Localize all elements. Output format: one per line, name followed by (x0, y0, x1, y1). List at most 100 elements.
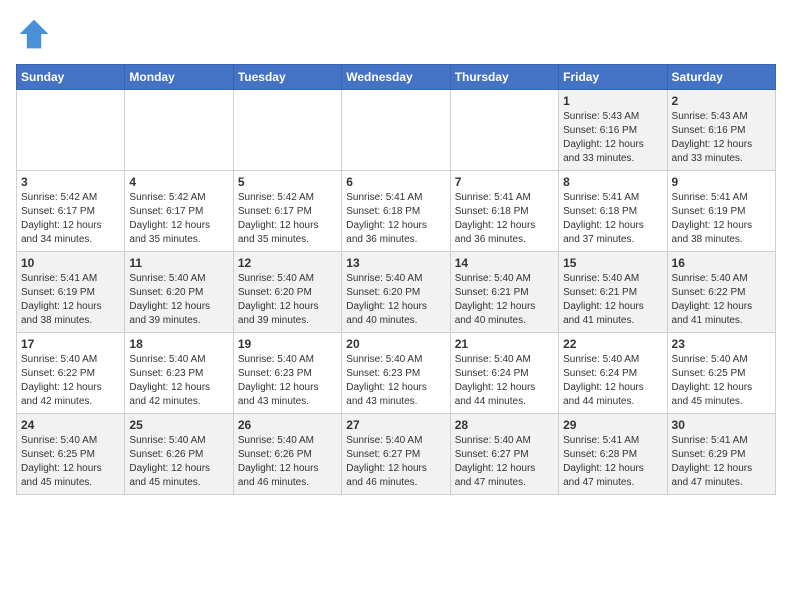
calendar-cell: 27 Sunrise: 5:40 AMSunset: 6:27 PMDayligh… (342, 414, 450, 495)
calendar-cell: 29Sunrise: 5:41 AMSunset: 6:28 PMDayligh… (559, 414, 667, 495)
calendar-cell: 13 Sunrise: 5:40 AMSunset: 6:20 PMDayligh… (342, 252, 450, 333)
calendar-cell: 16Sunrise: 5:40 AMSunset: 6:22 PMDayligh… (667, 252, 775, 333)
day-number: 15 (563, 256, 662, 270)
day-number: 4 (129, 175, 228, 189)
day-info: Sunrise: 5:42 AMSunset: 6:17 PMDaylight:… (129, 191, 228, 247)
day-number: 26 (238, 418, 337, 432)
day-info: Sunrise: 5:40 AMSunset: 6:23 PMDaylight:… (346, 353, 445, 409)
day-info: Sunrise: 5:41 AMSunset: 6:18 PMDaylight:… (346, 191, 445, 247)
day-info: Sunrise: 5:43 AMSunset: 6:16 PMDaylight:… (672, 110, 771, 166)
calendar-cell: 5Sunrise: 5:42 AMSunset: 6:17 PMDaylight… (233, 171, 341, 252)
day-info: Sunrise: 5:40 AMSunset: 6:20 PMDaylight:… (346, 272, 445, 328)
weekday-header: Wednesday (342, 65, 450, 90)
day-info: Sunrise: 5:43 AMSunset: 6:16 PMDaylight:… (563, 110, 662, 166)
day-number: 2 (672, 94, 771, 108)
day-number: 24 (21, 418, 120, 432)
day-info: Sunrise: 5:41 AMSunset: 6:18 PMDaylight:… (563, 191, 662, 247)
calendar-cell (233, 90, 341, 171)
day-info: Sunrise: 5:40 AMSunset: 6:24 PMDaylight:… (455, 353, 554, 409)
calendar-cell (17, 90, 125, 171)
day-number: 3 (21, 175, 120, 189)
day-number: 19 (238, 337, 337, 351)
calendar-table: SundayMondayTuesdayWednesdayThursdayFrid… (16, 64, 776, 495)
calendar-cell: 9 Sunrise: 5:41 AMSunset: 6:19 PMDaylight… (667, 171, 775, 252)
calendar-cell: 12 Sunrise: 5:40 AMSunset: 6:20 PMDayligh… (233, 252, 341, 333)
weekday-header: Thursday (450, 65, 558, 90)
calendar-week-row: 17 Sunrise: 5:40 AMSunset: 6:22 PMDayligh… (17, 333, 776, 414)
calendar-cell: 1 Sunrise: 5:43 AMSunset: 6:16 PMDaylight… (559, 90, 667, 171)
calendar-week-row: 10 Sunrise: 5:41 AMSunset: 6:19 PMDayligh… (17, 252, 776, 333)
calendar-cell: 21Sunrise: 5:40 AMSunset: 6:24 PMDayligh… (450, 333, 558, 414)
day-info: Sunrise: 5:40 AMSunset: 6:21 PMDaylight:… (455, 272, 554, 328)
day-number: 27 (346, 418, 445, 432)
day-number: 20 (346, 337, 445, 351)
calendar-cell: 23Sunrise: 5:40 AMSunset: 6:25 PMDayligh… (667, 333, 775, 414)
day-info: Sunrise: 5:40 AMSunset: 6:23 PMDaylight:… (129, 353, 228, 409)
day-number: 30 (672, 418, 771, 432)
calendar-body: 1 Sunrise: 5:43 AMSunset: 6:16 PMDaylight… (17, 90, 776, 495)
day-info: Sunrise: 5:40 AMSunset: 6:26 PMDaylight:… (238, 434, 337, 490)
day-info: Sunrise: 5:41 AMSunset: 6:28 PMDaylight:… (563, 434, 662, 490)
day-info: Sunrise: 5:41 AMSunset: 6:19 PMDaylight:… (21, 272, 120, 328)
day-number: 1 (563, 94, 662, 108)
day-number: 13 (346, 256, 445, 270)
weekday-row: SundayMondayTuesdayWednesdayThursdayFrid… (17, 65, 776, 90)
calendar-cell: 6 Sunrise: 5:41 AMSunset: 6:18 PMDaylight… (342, 171, 450, 252)
calendar-cell (342, 90, 450, 171)
calendar-cell: 26 Sunrise: 5:40 AMSunset: 6:26 PMDayligh… (233, 414, 341, 495)
day-number: 23 (672, 337, 771, 351)
logo-icon (16, 16, 52, 52)
day-info: Sunrise: 5:40 AMSunset: 6:26 PMDaylight:… (129, 434, 228, 490)
day-info: Sunrise: 5:40 AMSunset: 6:21 PMDaylight:… (563, 272, 662, 328)
day-number: 7 (455, 175, 554, 189)
day-number: 18 (129, 337, 228, 351)
day-number: 16 (672, 256, 771, 270)
page-header (16, 16, 776, 52)
day-number: 9 (672, 175, 771, 189)
day-info: Sunrise: 5:40 AMSunset: 6:27 PMDaylight:… (346, 434, 445, 490)
day-number: 5 (238, 175, 337, 189)
calendar-header: SundayMondayTuesdayWednesdayThursdayFrid… (17, 65, 776, 90)
weekday-header: Monday (125, 65, 233, 90)
day-number: 17 (21, 337, 120, 351)
day-number: 22 (563, 337, 662, 351)
calendar-cell: 19Sunrise: 5:40 AMSunset: 6:23 PMDayligh… (233, 333, 341, 414)
day-info: Sunrise: 5:40 AMSunset: 6:24 PMDaylight:… (563, 353, 662, 409)
calendar-cell: 4 Sunrise: 5:42 AMSunset: 6:17 PMDaylight… (125, 171, 233, 252)
day-info: Sunrise: 5:40 AMSunset: 6:22 PMDaylight:… (21, 353, 120, 409)
calendar-cell (450, 90, 558, 171)
weekday-header: Sunday (17, 65, 125, 90)
day-number: 14 (455, 256, 554, 270)
calendar-cell: 25 Sunrise: 5:40 AMSunset: 6:26 PMDayligh… (125, 414, 233, 495)
calendar-cell: 20 Sunrise: 5:40 AMSunset: 6:23 PMDayligh… (342, 333, 450, 414)
day-number: 12 (238, 256, 337, 270)
day-info: Sunrise: 5:41 AMSunset: 6:18 PMDaylight:… (455, 191, 554, 247)
calendar-cell: 3 Sunrise: 5:42 AMSunset: 6:17 PMDaylight… (17, 171, 125, 252)
day-number: 10 (21, 256, 120, 270)
day-number: 11 (129, 256, 228, 270)
day-info: Sunrise: 5:41 AMSunset: 6:19 PMDaylight:… (672, 191, 771, 247)
calendar-cell: 14 Sunrise: 5:40 AMSunset: 6:21 PMDayligh… (450, 252, 558, 333)
day-number: 8 (563, 175, 662, 189)
day-number: 25 (129, 418, 228, 432)
weekday-header: Tuesday (233, 65, 341, 90)
day-number: 6 (346, 175, 445, 189)
day-info: Sunrise: 5:40 AMSunset: 6:27 PMDaylight:… (455, 434, 554, 490)
calendar-cell: 2 Sunrise: 5:43 AMSunset: 6:16 PMDaylight… (667, 90, 775, 171)
calendar-week-row: 1 Sunrise: 5:43 AMSunset: 6:16 PMDaylight… (17, 90, 776, 171)
weekday-header: Saturday (667, 65, 775, 90)
day-info: Sunrise: 5:40 AMSunset: 6:20 PMDaylight:… (238, 272, 337, 328)
calendar-cell: 22 Sunrise: 5:40 AMSunset: 6:24 PMDayligh… (559, 333, 667, 414)
calendar-cell: 17 Sunrise: 5:40 AMSunset: 6:22 PMDayligh… (17, 333, 125, 414)
calendar-cell (125, 90, 233, 171)
calendar-cell: 28Sunrise: 5:40 AMSunset: 6:27 PMDayligh… (450, 414, 558, 495)
day-info: Sunrise: 5:41 AMSunset: 6:29 PMDaylight:… (672, 434, 771, 490)
calendar-cell: 7 Sunrise: 5:41 AMSunset: 6:18 PMDaylight… (450, 171, 558, 252)
day-info: Sunrise: 5:40 AMSunset: 6:20 PMDaylight:… (129, 272, 228, 328)
calendar-cell: 8 Sunrise: 5:41 AMSunset: 6:18 PMDaylight… (559, 171, 667, 252)
day-info: Sunrise: 5:42 AMSunset: 6:17 PMDaylight:… (21, 191, 120, 247)
weekday-header: Friday (559, 65, 667, 90)
calendar-week-row: 3 Sunrise: 5:42 AMSunset: 6:17 PMDaylight… (17, 171, 776, 252)
calendar-cell: 24Sunrise: 5:40 AMSunset: 6:25 PMDayligh… (17, 414, 125, 495)
calendar-cell: 11 Sunrise: 5:40 AMSunset: 6:20 PMDayligh… (125, 252, 233, 333)
